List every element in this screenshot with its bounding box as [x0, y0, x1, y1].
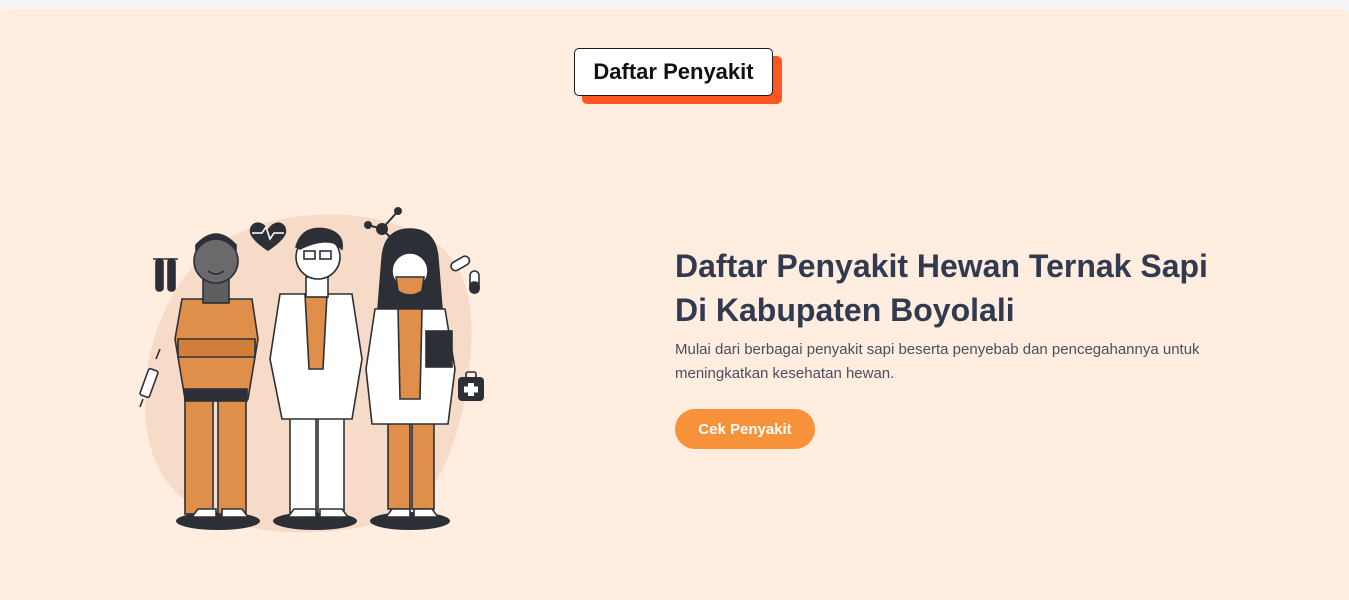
medical-staff-illustration	[139, 207, 484, 533]
page-background: Daftar Penyakit Daftar Penyakit Hewan Te…	[0, 9, 1349, 600]
hero-description: Mulai dari berbagai penyakit sapi besert…	[675, 341, 1200, 382]
cek-penyakit-button[interactable]: Cek Penyakit	[675, 409, 815, 449]
test-tubes-icon	[153, 258, 178, 292]
hero-title-line2: Di Kabupaten Boyolali	[675, 292, 1015, 328]
hero-title: Daftar Penyakit Hewan Ternak Sapi Di Kab…	[675, 244, 1295, 332]
section-badge: Daftar Penyakit	[574, 48, 784, 106]
hero-title-line1: Daftar Penyakit Hewan Ternak Sapi	[675, 248, 1208, 284]
badge-label: Daftar Penyakit	[574, 48, 773, 96]
